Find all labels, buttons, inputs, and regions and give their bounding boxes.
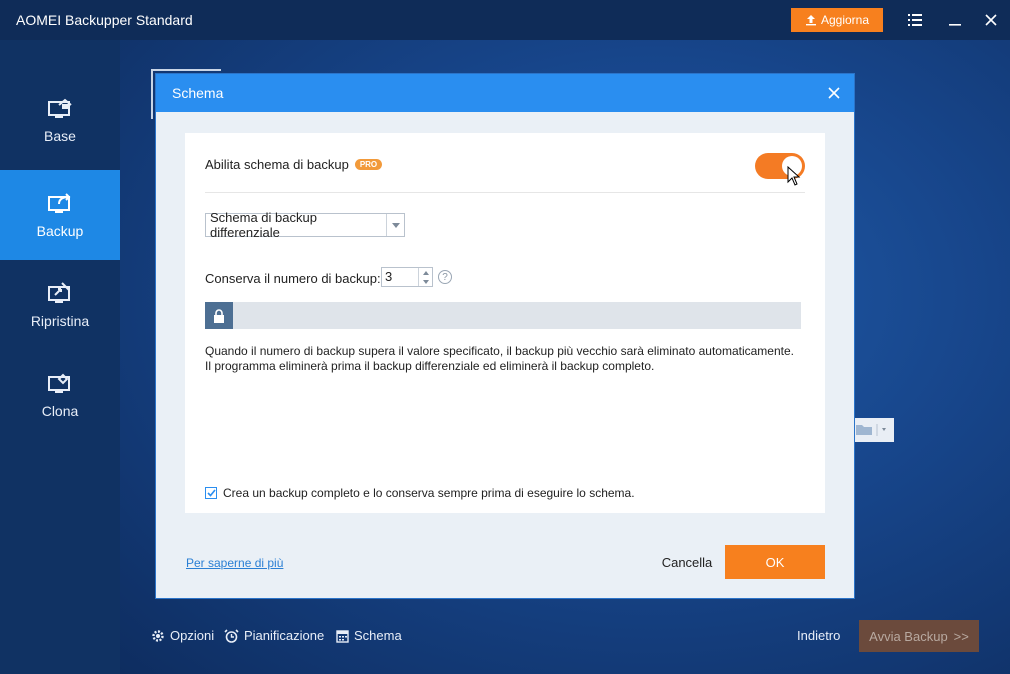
scheme-dialog: Schema Abilita schema di backup PRO Sche… [156, 74, 854, 598]
cancel-button[interactable]: Cancella [652, 545, 722, 579]
dialog-header: Schema [156, 74, 854, 112]
dialog-panel: Abilita schema di backup PRO Schema di b… [185, 133, 825, 513]
enable-scheme-label: Abilita schema di backup [205, 157, 349, 172]
stepper-up-icon[interactable] [419, 268, 432, 277]
chevron-down-icon [876, 424, 886, 436]
sidebar-item-label: Clona [41, 403, 79, 419]
schedule-label: Pianificazione [244, 628, 325, 643]
upgrade-icon [805, 15, 816, 26]
divider [205, 192, 805, 193]
stepper-down-icon[interactable] [419, 277, 432, 286]
sidebar-item-label: Base [44, 128, 76, 144]
schedule-button[interactable]: Pianificazione [224, 628, 324, 643]
upgrade-button[interactable]: Aggiorna [791, 8, 883, 32]
home-monitor-icon [48, 98, 72, 118]
checkmark-icon [206, 489, 216, 497]
sidebar-item-clone[interactable]: Clona [0, 350, 120, 440]
help-icon[interactable]: ? [438, 270, 452, 284]
lock-icon [205, 302, 233, 329]
close-icon[interactable] [824, 83, 844, 103]
app-title: AOMEI Backupper Standard [16, 12, 193, 28]
pro-badge: PRO [354, 159, 383, 170]
learn-more-link[interactable]: Per saperne di più [186, 556, 283, 570]
start-backup-button[interactable]: Avvia Backup >> [859, 620, 979, 652]
start-backup-label: Avvia Backup [869, 628, 948, 644]
scheme-type-value: Schema di backup differenziale [210, 210, 317, 240]
sidebar: Base Backup Ripristina Clona [0, 40, 120, 674]
options-label: Opzioni [170, 628, 215, 643]
upgrade-label: Aggiorna [820, 13, 870, 27]
gear-icon [152, 629, 164, 642]
scheme-label: Schema [354, 628, 402, 643]
minimize-icon[interactable] [944, 10, 966, 30]
background-folder-button [850, 418, 894, 442]
double-chevron-right-icon: >> [953, 628, 969, 644]
sidebar-item-base[interactable]: Base [0, 75, 120, 165]
scheme-description: Quando il numero di backup supera il val… [205, 344, 815, 374]
sidebar-item-restore[interactable]: Ripristina [0, 260, 120, 350]
menu-icon[interactable] [904, 10, 926, 30]
description-line: Quando il numero di backup supera il val… [205, 344, 794, 358]
title-bar: AOMEI Backupper Standard Aggiorna [0, 0, 1010, 40]
enable-scheme-row: Abilita schema di backup PRO [205, 157, 383, 172]
mouse-cursor-icon [787, 166, 801, 186]
full-backup-option: Crea un backup completo e lo conserva se… [205, 486, 635, 500]
locked-slider [205, 302, 801, 329]
full-backup-checkbox[interactable] [205, 487, 217, 499]
scheme-type-select[interactable]: Schema di backup differenziale [205, 210, 405, 240]
restore-monitor-icon [48, 282, 70, 303]
options-button[interactable]: Opzioni [151, 628, 214, 643]
backup-monitor-icon [48, 193, 71, 213]
scheme-button[interactable]: Schema [336, 628, 402, 643]
dialog-title: Schema [172, 85, 224, 101]
full-backup-label: Crea un backup completo e lo conserva se… [223, 486, 635, 500]
calendar-icon [336, 629, 349, 643]
description-line: Il programma eliminerà prima il backup d… [205, 359, 655, 373]
sidebar-item-backup[interactable]: Backup [0, 170, 120, 260]
alarm-clock-icon [224, 628, 239, 643]
sidebar-item-label: Ripristina [30, 313, 90, 329]
keep-count-value: 3 [385, 269, 393, 284]
ok-button[interactable]: OK [725, 545, 825, 579]
back-button[interactable]: Indietro [797, 628, 840, 643]
close-window-icon[interactable] [980, 10, 1002, 30]
sidebar-item-label: Backup [36, 223, 84, 239]
keep-count-label: Conserva il numero di backup: [205, 271, 381, 286]
keep-count-stepper[interactable]: 3 [381, 267, 433, 287]
clone-monitor-icon [48, 373, 70, 393]
chevron-down-icon [386, 214, 404, 236]
